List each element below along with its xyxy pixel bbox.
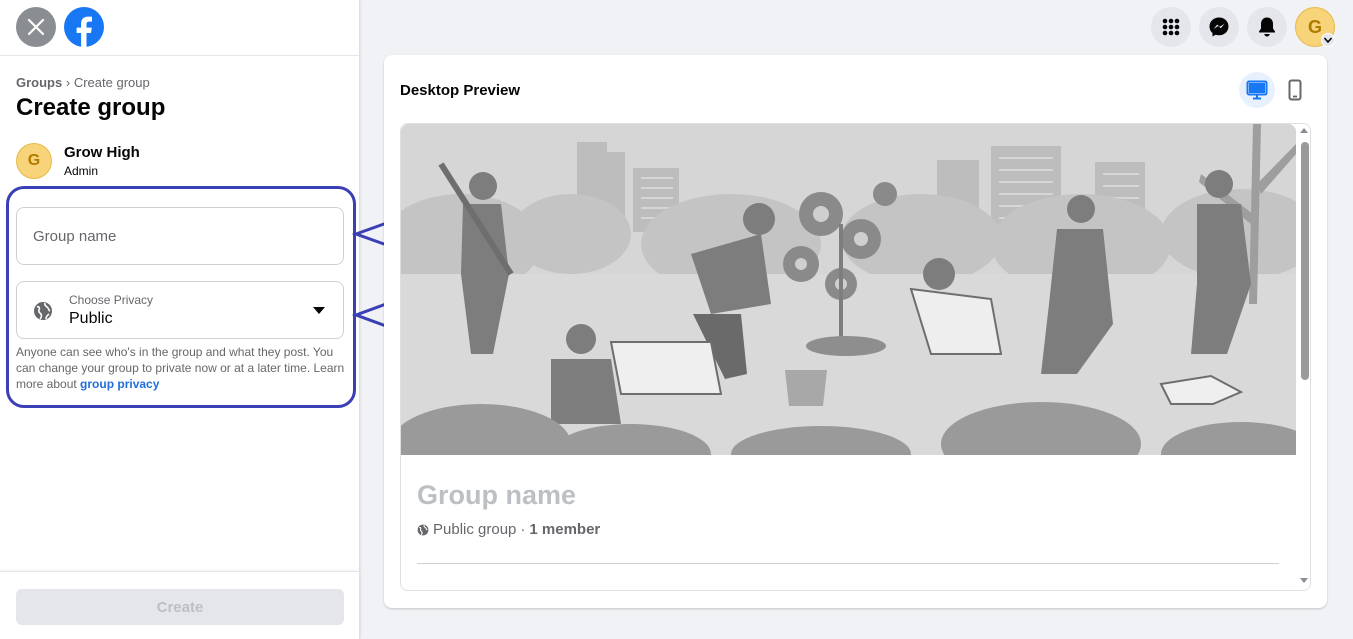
preview-divider [417, 563, 1279, 564]
facebook-logo-icon[interactable] [64, 7, 104, 47]
messenger-button[interactable] [1199, 7, 1239, 47]
preview-separator: · [520, 521, 526, 538]
owner-name: Grow High [64, 144, 140, 161]
mobile-icon [1288, 79, 1302, 101]
preview-frame: Group name Public group · 1 member [400, 123, 1311, 591]
breadcrumb-separator: › [65, 75, 71, 90]
owner-role: Admin [64, 164, 99, 178]
bell-icon [1259, 17, 1275, 37]
menu-grid-icon [1162, 18, 1180, 36]
breadcrumb-current: Create group [73, 75, 150, 90]
cover-photo [401, 124, 1296, 455]
globe-icon [417, 524, 429, 535]
preview-scrollbar[interactable] [1297, 124, 1310, 590]
close-button[interactable] [16, 7, 56, 47]
preview-card: Desktop Preview Group name Public group … [384, 55, 1327, 608]
sidebar-header [0, 0, 359, 56]
scroll-up-icon[interactable] [1300, 128, 1308, 133]
create-button[interactable]: Create [16, 589, 344, 625]
close-icon [27, 18, 45, 36]
messenger-icon [1209, 17, 1229, 37]
gardening-illustration-icon [401, 124, 1296, 455]
sidebar-footer: Create [0, 571, 360, 639]
mobile-preview-button[interactable] [1277, 72, 1313, 108]
breadcrumb: Groups › Create group [16, 75, 150, 90]
account-caret-icon[interactable] [1321, 33, 1335, 47]
desktop-preview-button[interactable] [1239, 72, 1275, 108]
preview-privacy: Public group [433, 521, 517, 538]
scroll-down-icon[interactable] [1300, 578, 1308, 583]
preview-title: Desktop Preview [400, 82, 521, 99]
preview-members: 1 member [529, 521, 601, 538]
preview-group-name: Group name [417, 480, 577, 510]
preview-group-meta: Public group · 1 member [417, 521, 600, 538]
breadcrumb-groups-link[interactable]: Groups [16, 75, 62, 90]
group-owner: G Grow High Admin [16, 143, 140, 179]
notifications-button[interactable] [1247, 7, 1287, 47]
owner-avatar: G [16, 143, 52, 179]
annotation-highlight-box [6, 186, 356, 408]
page-title: Create group [16, 94, 166, 121]
desktop-icon [1246, 80, 1268, 100]
scroll-thumb[interactable] [1301, 142, 1309, 380]
menu-button[interactable] [1151, 7, 1191, 47]
